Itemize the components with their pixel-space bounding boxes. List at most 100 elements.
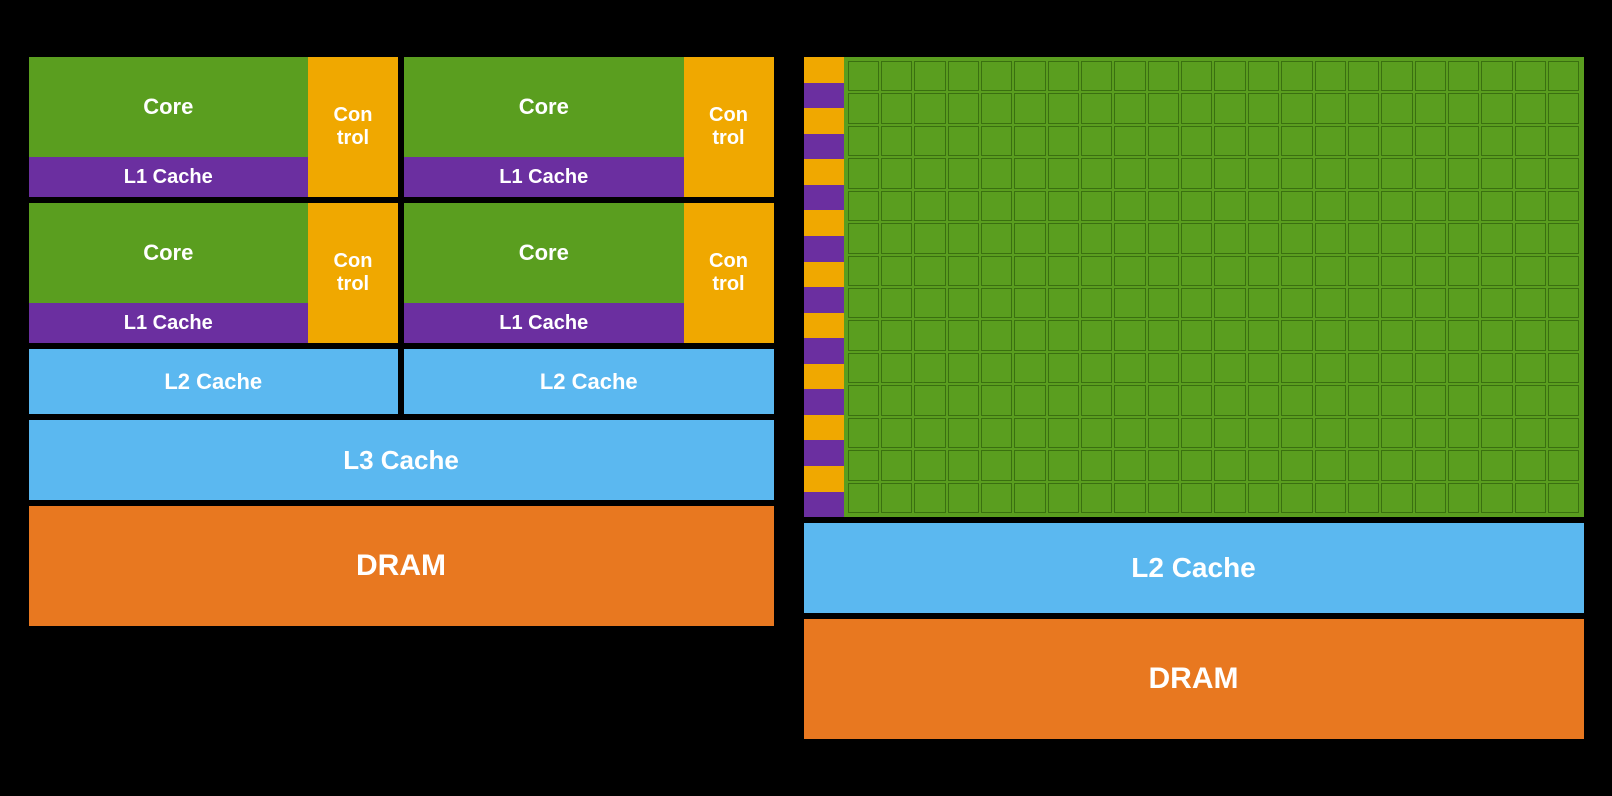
gpu-core-cell: [1381, 320, 1412, 350]
gpu-core-cell: [1348, 483, 1379, 513]
gpu-core-cell: [881, 418, 912, 448]
gpu-core-cell: [1214, 158, 1245, 188]
gpu-core-cell: [1548, 483, 1579, 513]
gpu-core-cell: [1515, 126, 1546, 156]
gpu-core-cell: [948, 61, 979, 91]
gpu-core-cell: [1348, 93, 1379, 123]
gpu-core-cell: [1348, 418, 1379, 448]
gpu-core-cell: [1048, 61, 1079, 91]
gpu-core-cell: [981, 126, 1012, 156]
gpu-core-cell: [1415, 418, 1446, 448]
gpu-core-cell: [1448, 385, 1479, 415]
gpu-core-cell: [914, 483, 945, 513]
gpu-core-cell: [1315, 288, 1346, 318]
gpu-cores-grid: [844, 57, 1584, 517]
gpu-core-cell: [1248, 353, 1279, 383]
gpu-core-cell: [1415, 191, 1446, 221]
gpu-core-cell: [914, 191, 945, 221]
gpu-core-cell: [1281, 418, 1312, 448]
gpu-core-cell: [1515, 483, 1546, 513]
gpu-core-cell: [1548, 158, 1579, 188]
control-4: Control: [684, 203, 774, 343]
gpu-core-cell: [1281, 93, 1312, 123]
gpu-core-cell: [881, 158, 912, 188]
gpu-core-cell: [1481, 191, 1512, 221]
gpu-core-cell: [1081, 353, 1112, 383]
gpu-core-cell: [1515, 191, 1546, 221]
l2-row: L2 Cache L2 Cache: [29, 349, 774, 414]
gpu-core-cell: [848, 450, 879, 480]
gpu-core-cell: [948, 353, 979, 383]
gpu-core-cell: [1415, 223, 1446, 253]
gpu-core-cell: [1548, 61, 1579, 91]
gpu-core-cell: [1481, 256, 1512, 286]
gpu-core-cell: [1381, 191, 1412, 221]
gpu-core-cell: [1481, 418, 1512, 448]
architecture-diagram: Core L1 Cache Control Core L1 Cache: [29, 57, 1584, 739]
gpu-core-cell: [1415, 93, 1446, 123]
gpu-core-cell: [881, 191, 912, 221]
gpu-core-cell: [1481, 93, 1512, 123]
gpu-core-cell: [1081, 385, 1112, 415]
gpu-core-cell: [1181, 353, 1212, 383]
gpu-core-cell: [1381, 385, 1412, 415]
gpu-core-cell: [981, 158, 1012, 188]
gpu-core-cell: [1081, 158, 1112, 188]
core-3: Core: [29, 203, 309, 303]
gpu-core-cell: [1348, 223, 1379, 253]
gpu-core-cell: [1048, 353, 1079, 383]
gpu-core-cell: [1348, 126, 1379, 156]
gpu-core-cell: [1281, 483, 1312, 513]
gpu-core-cell: [1348, 61, 1379, 91]
gpu-core-cell: [1148, 418, 1179, 448]
stripe-segment-10: [804, 313, 844, 339]
gpu-core-cell: [848, 93, 879, 123]
gpu-core-cell: [1214, 288, 1245, 318]
gpu-core-cell: [1548, 418, 1579, 448]
gpu-core-cell: [1014, 418, 1045, 448]
gpu-core-cell: [1415, 450, 1446, 480]
gpu-core-cell: [981, 320, 1012, 350]
gpu-core-cell: [981, 223, 1012, 253]
core-group-3: Core L1 Cache Control: [29, 203, 399, 343]
stripe-segment-17: [804, 492, 844, 518]
gpu-core-cell: [1014, 93, 1045, 123]
core-block-4: Core L1 Cache: [404, 203, 684, 343]
gpu-core-cell: [914, 126, 945, 156]
gpu-core-cell: [1214, 126, 1245, 156]
gpu-core-cell: [1381, 483, 1412, 513]
gpu-core-cell: [1348, 191, 1379, 221]
gpu-core-cell: [1214, 385, 1245, 415]
stripe-segment-0: [804, 57, 844, 83]
gpu-core-cell: [1248, 223, 1279, 253]
gpu-core-cell: [1448, 483, 1479, 513]
gpu-core-cell: [881, 126, 912, 156]
gpu-core-cell: [948, 256, 979, 286]
gpu-core-cell: [1248, 385, 1279, 415]
core-2: Core: [404, 57, 684, 157]
gpu-core-cell: [881, 61, 912, 91]
gpu-core-cell: [1181, 320, 1212, 350]
gpu-core-cell: [1248, 256, 1279, 286]
gpu-core-cell: [1348, 288, 1379, 318]
gpu-core-cell: [1315, 418, 1346, 448]
l2-cache-left: L2 Cache: [29, 349, 399, 414]
cpu-dram: DRAM: [29, 506, 774, 626]
cpu-diagram: Core L1 Cache Control Core L1 Cache: [29, 57, 774, 739]
gpu-core-cell: [1381, 288, 1412, 318]
gpu-core-cell: [1448, 61, 1479, 91]
gpu-core-cell: [1548, 288, 1579, 318]
gpu-core-cell: [1281, 288, 1312, 318]
gpu-core-cell: [1315, 385, 1346, 415]
gpu-core-cell: [1348, 450, 1379, 480]
gpu-core-cell: [1281, 256, 1312, 286]
gpu-core-cell: [981, 191, 1012, 221]
gpu-core-cell: [1114, 158, 1145, 188]
gpu-core-cell: [1315, 223, 1346, 253]
gpu-core-cell: [1548, 353, 1579, 383]
gpu-core-cell: [1315, 158, 1346, 188]
gpu-core-cell: [1048, 483, 1079, 513]
stripe-segment-7: [804, 236, 844, 262]
gpu-core-cell: [1148, 256, 1179, 286]
l1-cache-1: L1 Cache: [29, 157, 309, 197]
